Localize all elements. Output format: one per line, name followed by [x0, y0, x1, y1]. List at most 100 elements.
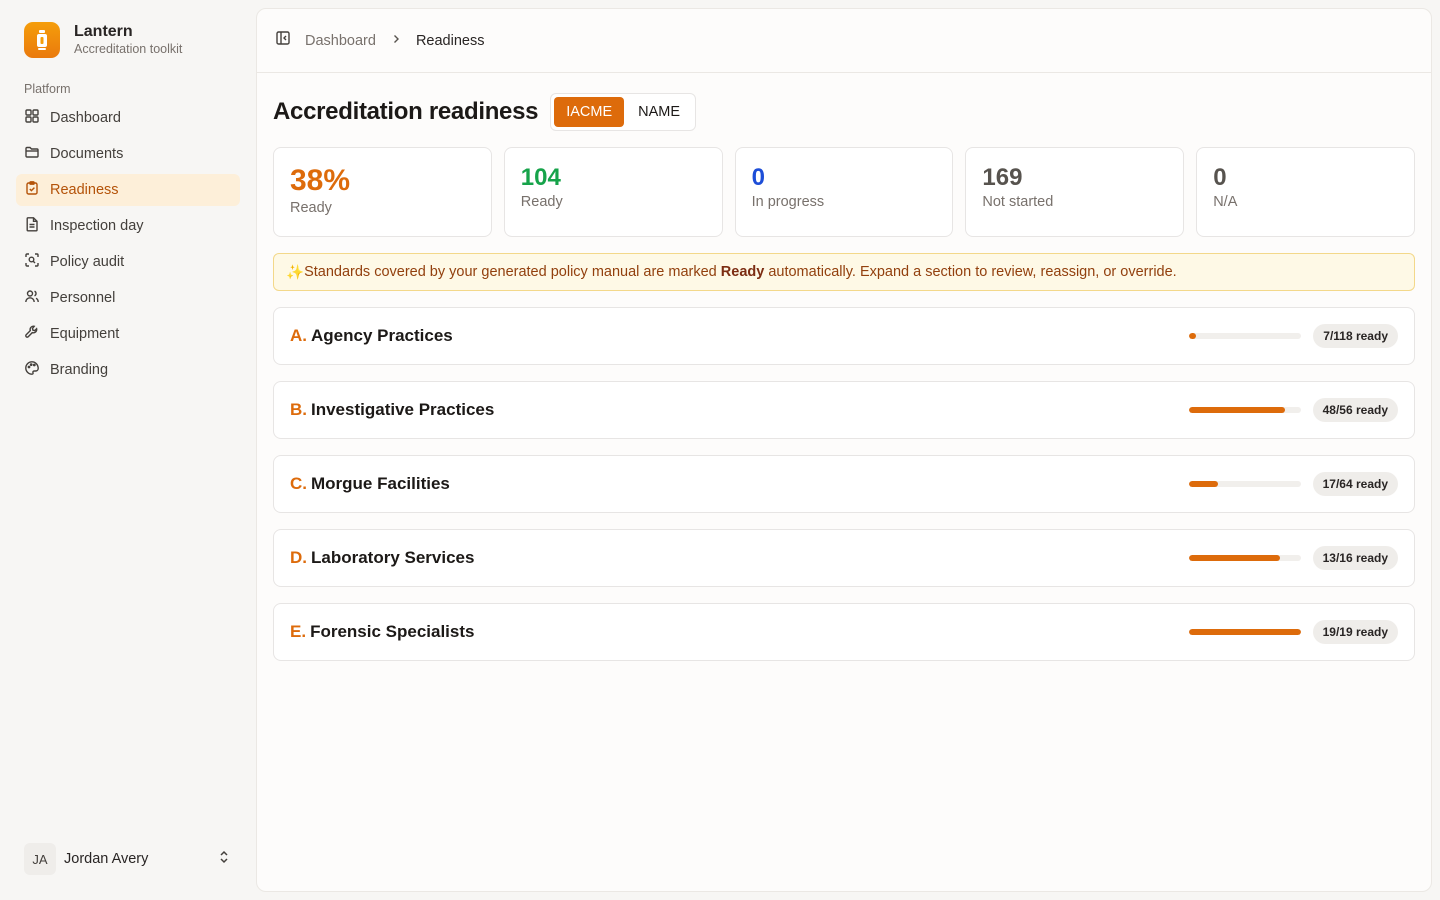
- stat-card-ready: 104 Ready: [503, 147, 723, 237]
- sidebar-item-personnel[interactable]: Personnel: [16, 282, 240, 314]
- stat-value: 104: [520, 164, 561, 191]
- stat-card-in-progress: 0 In progress: [734, 147, 954, 237]
- sidebar: Lantern Accreditation toolkit Platform D…: [0, 0, 256, 900]
- sparkles-icon: ✨: [286, 264, 305, 281]
- section-progress-fill: [1188, 407, 1285, 413]
- title-row: Accreditation readiness IACME NAME: [273, 93, 1415, 131]
- nav-group-label: Platform: [24, 82, 71, 96]
- brand-name: Lantern: [74, 23, 133, 40]
- section-row-investigative-practices[interactable]: B. Investigative Practices 48/56 ready: [273, 381, 1415, 439]
- section-progress-fill: [1188, 481, 1219, 487]
- section-name: Forensic Specialists: [310, 622, 475, 641]
- sidebar-item-label: Equipment: [50, 326, 120, 342]
- section-letter: D.: [290, 548, 307, 567]
- clipboard-check-icon: [24, 180, 40, 200]
- section-progress-fill: [1189, 333, 1196, 339]
- section-name: Investigative Practices: [311, 400, 495, 419]
- sidebar-item-inspection-day[interactable]: Inspection day: [16, 210, 240, 242]
- stat-label: Ready: [290, 200, 332, 216]
- stat-value: 169: [982, 164, 1023, 191]
- sidebar-item-policy-audit[interactable]: Policy audit: [16, 246, 240, 278]
- section-ready-badge: 13/16 ready: [1312, 546, 1398, 570]
- user-name: Jordan Avery: [64, 851, 149, 867]
- stat-label: In progress: [751, 194, 825, 210]
- stat-value: 0: [751, 164, 765, 191]
- section-letter: C.: [290, 474, 307, 493]
- sidebar-item-branding[interactable]: Branding: [16, 354, 240, 386]
- grid-icon: [24, 108, 40, 128]
- stat-card-na: 0 N/A: [1196, 147, 1415, 237]
- section-name: Laboratory Services: [311, 548, 475, 567]
- sidebar-nav: Dashboard Documents Readiness Inspection…: [16, 102, 240, 386]
- chevron-right-icon: [390, 32, 402, 50]
- stat-value: 38%: [290, 164, 351, 197]
- breadcrumb: Dashboard Readiness: [305, 32, 484, 50]
- breadcrumb-dashboard-link[interactable]: Dashboard: [305, 33, 376, 49]
- section-letter: A.: [290, 326, 307, 345]
- standard-tab-iacme[interactable]: IACME: [554, 97, 625, 127]
- section-progress-bar: [1188, 555, 1301, 561]
- section-progress-bar: [1189, 333, 1302, 339]
- sections-list: A. Agency Practices 7/118 ready B. Inves…: [273, 307, 1415, 661]
- readiness-content: Accreditation readiness IACME NAME 38% R…: [257, 73, 1431, 661]
- brand-subtitle: Accreditation toolkit: [74, 42, 183, 56]
- standard-switcher: IACME NAME: [550, 93, 697, 131]
- sidebar-item-label: Policy audit: [50, 254, 125, 270]
- section-ready-badge: 19/19 ready: [1312, 620, 1398, 644]
- brand[interactable]: Lantern Accreditation toolkit: [16, 20, 240, 60]
- sidebar-item-dashboard[interactable]: Dashboard: [16, 102, 240, 134]
- section-name: Agency Practices: [311, 326, 453, 345]
- topbar: Dashboard Readiness: [257, 9, 1431, 73]
- stat-value: 0: [1213, 164, 1227, 191]
- info-banner: ✨ Standards covered by your generated pol…: [273, 253, 1415, 291]
- section-name: Morgue Facilities: [311, 474, 450, 493]
- scan-search-icon: [24, 252, 40, 272]
- users-icon: [24, 288, 40, 308]
- stat-label: Ready: [520, 194, 563, 210]
- section-progress-fill: [1188, 555, 1280, 561]
- section-progress-bar: [1188, 407, 1301, 413]
- sidebar-item-label: Readiness: [50, 182, 119, 198]
- chevrons-up-down-icon: [216, 849, 232, 870]
- user-menu[interactable]: JA Jordan Avery: [24, 842, 232, 876]
- stat-label: Not started: [982, 194, 1054, 210]
- folder-icon: [24, 144, 40, 164]
- section-row-morgue-facilities[interactable]: C. Morgue Facilities 17/64 ready: [273, 455, 1415, 513]
- section-progress-bar: [1188, 481, 1301, 487]
- sidebar-toggle-icon[interactable]: [275, 30, 291, 51]
- section-progress-bar: [1188, 629, 1301, 635]
- standard-tab-name[interactable]: NAME: [626, 97, 692, 127]
- stats-row: 38% Ready 104 Ready 0 In progress 169 No…: [273, 147, 1415, 237]
- stat-card-percent-ready: 38% Ready: [273, 147, 492, 237]
- file-text-icon: [24, 216, 40, 236]
- palette-icon: [24, 360, 40, 380]
- banner-text-before: Standards covered by your generated poli…: [304, 264, 721, 280]
- section-ready-badge: 17/64 ready: [1312, 472, 1398, 496]
- section-row-forensic-specialists[interactable]: E. Forensic Specialists 19/19 ready: [273, 603, 1415, 661]
- main-panel: Dashboard Readiness Accreditation readin…: [256, 8, 1432, 892]
- sidebar-item-documents[interactable]: Documents: [16, 138, 240, 170]
- section-progress-fill: [1188, 629, 1301, 635]
- wrench-icon: [24, 324, 40, 344]
- sidebar-item-label: Personnel: [50, 290, 116, 306]
- stat-card-not-started: 169 Not started: [965, 147, 1185, 237]
- page-title: Accreditation readiness: [273, 98, 539, 125]
- sidebar-item-readiness[interactable]: Readiness: [16, 174, 240, 206]
- section-letter: E.: [290, 622, 307, 641]
- sidebar-item-equipment[interactable]: Equipment: [16, 318, 240, 350]
- avatar: JA: [24, 843, 56, 875]
- sidebar-item-label: Branding: [50, 362, 109, 378]
- section-letter: B.: [290, 400, 307, 419]
- banner-text-bold: Ready: [720, 264, 765, 280]
- lantern-logo-icon: [24, 22, 60, 58]
- section-row-agency-practices[interactable]: A. Agency Practices 7/118 ready: [273, 307, 1415, 365]
- sidebar-item-label: Inspection day: [50, 218, 144, 234]
- section-row-laboratory-services[interactable]: D. Laboratory Services 13/16 ready: [273, 529, 1415, 587]
- sidebar-item-label: Dashboard: [50, 110, 121, 126]
- section-ready-badge: 48/56 ready: [1312, 398, 1398, 422]
- banner-text-after: automatically. Expand a section to revie…: [764, 264, 1177, 280]
- sidebar-item-label: Documents: [50, 146, 124, 162]
- section-ready-badge: 7/118 ready: [1313, 324, 1398, 348]
- stat-label: N/A: [1213, 194, 1238, 210]
- breadcrumb-current: Readiness: [415, 32, 485, 49]
